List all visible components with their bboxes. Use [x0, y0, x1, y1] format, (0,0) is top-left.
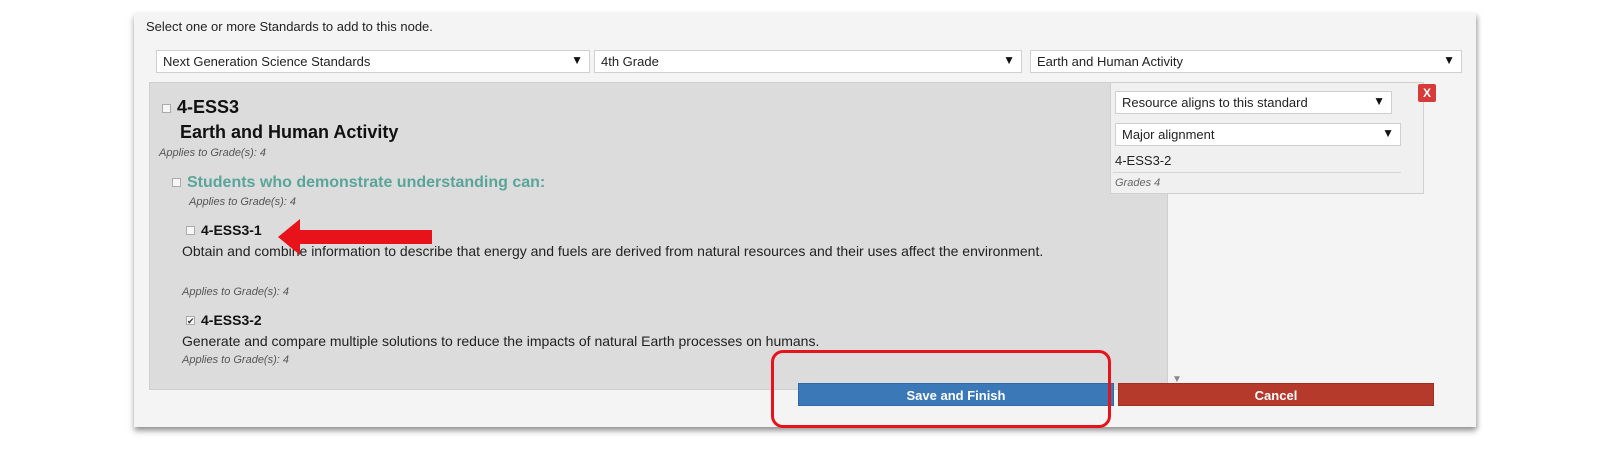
domain-select[interactable]: Earth and Human Activity ▼: [1030, 50, 1462, 73]
alignment-select-value: Resource aligns to this standard: [1122, 95, 1308, 110]
grade-select-value: 4th Grade: [601, 54, 659, 69]
subgroup-title: Students who demonstrate understanding c…: [187, 174, 546, 191]
selected-standard-card: Resource aligns to this standard ▼ Major…: [1110, 82, 1424, 194]
standard-item-description: Generate and compare multiple solutions …: [182, 333, 820, 349]
framework-select[interactable]: Next Generation Science Standards ▼: [156, 50, 590, 73]
standard-item-code-row: ✔ 4-ESS3-2: [186, 312, 262, 330]
red-arrow-annotation: [278, 219, 432, 255]
standard-group-header: 4-ESS3: [162, 97, 239, 118]
subgroup-applies: Applies to Grade(s): 4: [189, 196, 296, 208]
checkbox-icon[interactable]: ✔: [186, 316, 195, 326]
strength-select-value: Major alignment: [1122, 127, 1215, 142]
standard-item-code: 4-ESS3-1: [201, 222, 262, 238]
framework-select-value: Next Generation Science Standards: [163, 54, 371, 69]
standard-item-applies: Applies to Grade(s): 4: [182, 286, 289, 298]
standard-name: Earth and Human Activity: [180, 122, 399, 142]
chevron-down-icon: ▼: [1373, 94, 1385, 108]
grade-select[interactable]: 4th Grade ▼: [594, 50, 1022, 73]
chevron-down-icon: ▼: [1003, 53, 1015, 67]
standard-item-code: 4-ESS3-2: [201, 312, 262, 328]
standard-code: 4-ESS3: [177, 97, 240, 117]
subgroup-header: Students who demonstrate understanding c…: [172, 174, 545, 192]
instruction-text: Select one or more Standards to add to t…: [146, 19, 433, 34]
standard-applies: Applies to Grade(s): 4: [159, 147, 266, 159]
standard-item-applies: Applies to Grade(s): 4: [182, 354, 289, 366]
chevron-down-icon: ▼: [1382, 126, 1394, 140]
checkbox-icon[interactable]: [162, 104, 171, 114]
standard-item-code-row: 4-ESS3-1: [186, 222, 262, 240]
divider: [1113, 172, 1401, 173]
strength-select[interactable]: Major alignment ▼: [1115, 123, 1401, 146]
selected-standard-code: 4-ESS3-2: [1115, 153, 1172, 168]
cancel-button[interactable]: Cancel: [1118, 383, 1434, 406]
domain-select-value: Earth and Human Activity: [1037, 54, 1183, 69]
highlight-box-annotation: [771, 350, 1111, 428]
alignment-select[interactable]: Resource aligns to this standard ▼: [1115, 91, 1392, 114]
remove-standard-button[interactable]: X: [1418, 84, 1436, 102]
chevron-down-icon: ▼: [571, 53, 583, 67]
checkbox-icon[interactable]: [172, 178, 181, 188]
checkbox-icon[interactable]: [186, 226, 195, 236]
selected-standard-grades: Grades 4: [1115, 177, 1161, 189]
chevron-down-icon: ▼: [1443, 53, 1455, 67]
